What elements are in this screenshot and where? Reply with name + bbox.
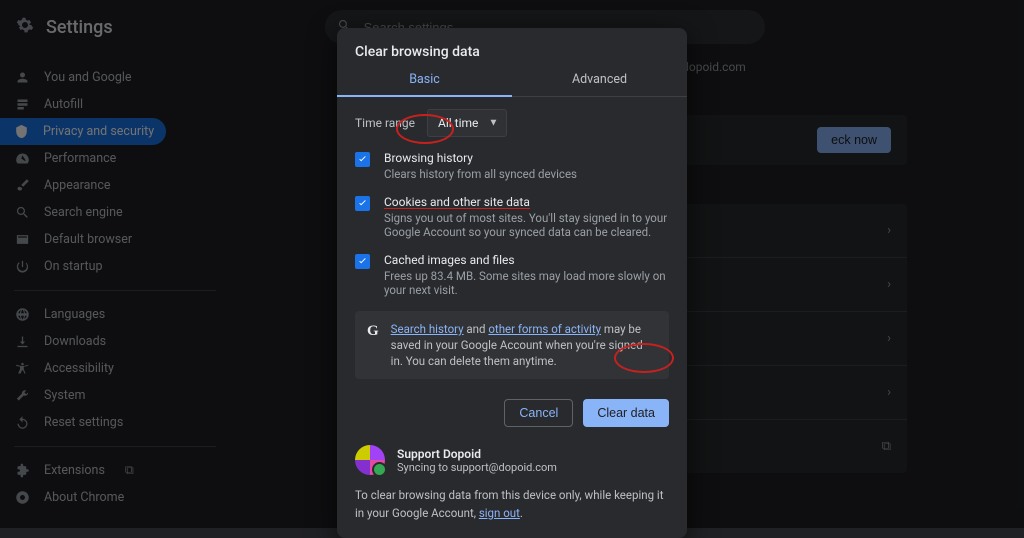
brush-icon xyxy=(14,178,30,194)
tab-basic[interactable]: Basic xyxy=(337,72,512,97)
page-title: Settings xyxy=(46,17,113,38)
sidebar-item-label: Privacy and security xyxy=(43,124,154,139)
option-subtitle: Signs you out of most sites. You'll stay… xyxy=(384,211,669,239)
option-title: Browsing history xyxy=(384,151,577,165)
other-activity-link[interactable]: other forms of activity xyxy=(488,322,601,336)
sidebar-item-downloads[interactable]: Downloads xyxy=(0,328,160,355)
clear-option-0[interactable]: Browsing history Clears history from all … xyxy=(355,151,669,181)
clear-data-button[interactable]: Clear data xyxy=(583,399,669,427)
sidebar-item-autofill[interactable]: Autofill xyxy=(0,91,160,118)
dialog-footer: To clear browsing data from this device … xyxy=(337,487,687,522)
speedometer-icon xyxy=(14,151,30,167)
checkbox[interactable] xyxy=(355,152,370,167)
google-icon: G xyxy=(367,321,379,369)
wrench-icon xyxy=(14,388,30,404)
sidebar-item-label: Autofill xyxy=(44,97,83,112)
chevron-right-icon: › xyxy=(887,385,891,400)
chevron-right-icon: › xyxy=(887,277,891,292)
option-subtitle: Clears history from all synced devices xyxy=(384,167,577,181)
account-row: Support Dopoid Syncing to support@dopoid… xyxy=(337,437,687,487)
open-in-new-icon: ⧉ xyxy=(882,439,891,454)
search-icon xyxy=(14,205,30,221)
clear-option-2[interactable]: Cached images and files Frees up 83.4 MB.… xyxy=(355,253,669,297)
sidebar-item-on-startup[interactable]: On startup xyxy=(0,253,160,280)
chevron-right-icon: › xyxy=(887,331,891,346)
globe-icon xyxy=(14,307,30,323)
sidebar-item-appearance[interactable]: Appearance xyxy=(0,172,160,199)
sidebar-item-label: Downloads xyxy=(44,334,106,349)
tab-advanced[interactable]: Advanced xyxy=(512,72,687,97)
sign-out-link[interactable]: sign out xyxy=(479,506,520,520)
sidebar-item-label: Reset settings xyxy=(44,415,123,430)
option-subtitle: Frees up 83.4 MB. Some sites may load mo… xyxy=(384,269,669,297)
time-range-select[interactable]: All time ▼ xyxy=(427,109,507,137)
sidebar-item-label: Default browser xyxy=(44,232,132,247)
sidebar-item-label: Appearance xyxy=(44,178,111,193)
sidebar-item-label: About Chrome xyxy=(44,490,124,505)
chevron-down-icon: ▼ xyxy=(489,118,499,129)
chevron-right-icon: › xyxy=(887,223,891,238)
sidebar-item-privacy-and-security[interactable]: Privacy and security xyxy=(0,118,166,145)
checkbox[interactable] xyxy=(355,254,370,269)
sidebar-item-accessibility[interactable]: Accessibility xyxy=(0,355,160,382)
option-title: Cached images and files xyxy=(384,253,669,267)
extensions-icon xyxy=(14,463,30,479)
checkbox[interactable] xyxy=(355,196,370,211)
option-title: Cookies and other site data xyxy=(384,195,669,209)
nav-separator xyxy=(14,446,216,447)
power-icon xyxy=(14,259,30,275)
sidebar-item-label: Search engine xyxy=(44,205,123,220)
accessibility-icon xyxy=(14,361,30,377)
sidebar-item-label: Extensions xyxy=(44,463,105,478)
account-name: Support Dopoid xyxy=(397,447,557,461)
person-icon xyxy=(14,70,30,86)
sidebar-item-extensions[interactable]: Extensions ⧉ xyxy=(0,457,160,484)
cancel-button[interactable]: Cancel xyxy=(504,399,573,427)
download-icon xyxy=(14,334,30,350)
sidebar: You and Google Autofill Privacy and securi… xyxy=(0,54,230,528)
activity-info-box: G Search history and other forms of acti… xyxy=(355,311,669,379)
external-icon: ⧉ xyxy=(125,463,134,478)
sidebar-item-label: Accessibility xyxy=(44,361,114,376)
search-history-link[interactable]: Search history xyxy=(391,322,464,336)
clear-option-1[interactable]: Cookies and other site data Signs you out… xyxy=(355,195,669,239)
check-now-button[interactable]: eck now xyxy=(817,127,891,153)
dialog-tabs: Basic Advanced xyxy=(337,72,687,97)
sidebar-item-performance[interactable]: Performance xyxy=(0,145,160,172)
sidebar-item-system[interactable]: System xyxy=(0,382,160,409)
sidebar-item-label: Languages xyxy=(44,307,105,322)
account-sub: Syncing to support@dopoid.com xyxy=(397,461,557,474)
chrome-icon xyxy=(14,490,30,506)
dialog-title: Clear browsing data xyxy=(337,28,687,72)
sidebar-item-reset-settings[interactable]: Reset settings xyxy=(0,409,160,436)
sidebar-item-label: You and Google xyxy=(44,70,132,85)
sidebar-item-label: System xyxy=(44,388,85,403)
clear-browsing-data-dialog: Clear browsing data Basic Advanced Time … xyxy=(337,28,687,538)
autofill-icon xyxy=(14,97,30,113)
browser-icon xyxy=(14,232,30,248)
nav-separator xyxy=(14,290,216,291)
sidebar-item-default-browser[interactable]: Default browser xyxy=(0,226,160,253)
sidebar-item-label: On startup xyxy=(44,259,102,274)
reset-icon xyxy=(14,415,30,431)
sidebar-item-search-engine[interactable]: Search engine xyxy=(0,199,160,226)
sidebar-item-languages[interactable]: Languages xyxy=(0,301,160,328)
sidebar-item-you-and-google[interactable]: You and Google xyxy=(0,64,160,91)
sidebar-item-label: Performance xyxy=(44,151,116,166)
shield-icon xyxy=(14,124,29,140)
time-range-label: Time range xyxy=(355,116,415,130)
avatar xyxy=(355,445,385,475)
sidebar-item-about-chrome[interactable]: About Chrome xyxy=(0,484,160,511)
chrome-settings-icon xyxy=(16,16,34,38)
